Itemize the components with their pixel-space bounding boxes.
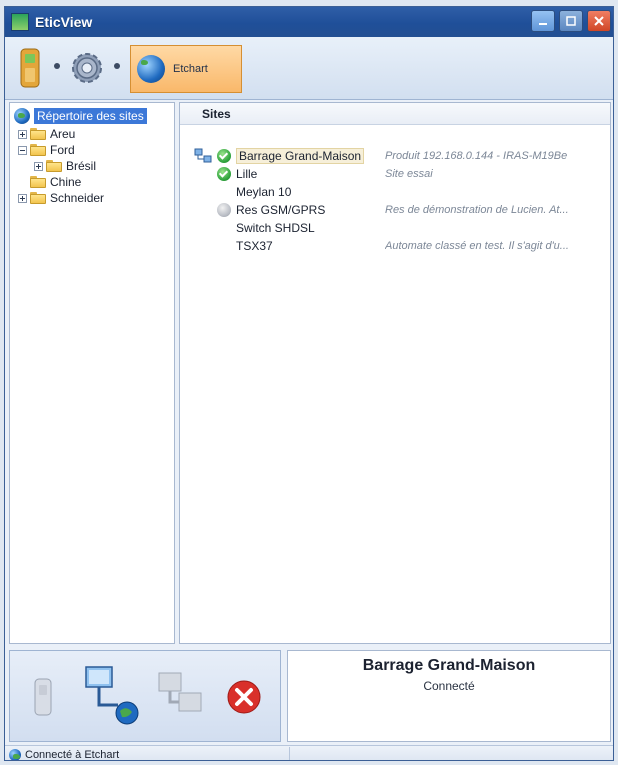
tree-item-label: Areu [50,127,76,141]
network-disabled-icon[interactable] [153,669,209,725]
close-button[interactable] [587,10,611,32]
site-description: Site essai [385,168,433,180]
close-icon [594,16,604,26]
site-name: Res GSM/GPRS [236,203,326,217]
device-icon [20,48,40,88]
site-row-meylan[interactable]: Meylan 10 [180,183,610,201]
toolbar-dropdown-dot[interactable] [54,63,60,69]
sites-header: Sites [180,103,610,125]
sites-tree[interactable]: Répertoire des sites Areu Ford Brésil Ch… [9,102,175,644]
globe-icon [9,748,21,760]
selected-site-panel: Barrage Grand-Maison Connecté [287,650,611,742]
gear-icon [72,53,102,83]
site-row-lille[interactable]: Lille Site essai [180,165,610,183]
settings-tool-button[interactable] [67,45,107,91]
status-separator [289,747,290,760]
site-row-res-gsm[interactable]: Res GSM/GPRS Res de démonstration de Luc… [180,201,610,219]
status-text: Connecté à Etchart [25,748,120,761]
folder-icon [30,192,46,204]
toolbar-dropdown-dot[interactable] [114,63,120,69]
tree-item-label: Brésil [66,159,97,173]
site-name: TSX37 [236,239,273,253]
tree-item-label: Schneider [50,191,105,205]
site-row-barrage[interactable]: Barrage Grand-Maison Produit 192.168.0.1… [180,147,610,165]
folder-icon [30,176,46,188]
collapse-icon[interactable] [18,145,27,155]
site-description: Produit 192.168.0.144 - IRAS-M19Be [385,150,568,162]
disconnect-icon[interactable] [226,679,262,715]
site-description: Automate classé en test. Il s'agit d'u..… [385,240,569,252]
status-ok-icon [217,167,231,181]
tree-item-label: Ford [50,143,75,157]
app-icon [11,13,29,31]
selected-site-name: Barrage Grand-Maison [362,657,536,674]
folder-icon [46,160,62,172]
window-title: EticView [35,14,93,30]
status-ok-icon [217,149,231,163]
app-window: EticView Etchart Répertoire des sites Ar… [4,6,614,761]
site-row-tsx37[interactable]: TSX37 Automate classé en test. Il s'agit… [180,237,610,255]
minimize-button[interactable] [531,10,555,32]
expand-icon[interactable] [34,161,43,171]
tree-root-label: Répertoire des sites [34,108,147,124]
site-name: Meylan 10 [236,185,292,199]
toolbar: Etchart [5,37,613,100]
folder-icon [30,144,46,156]
tree-root[interactable]: Répertoire des sites [14,107,147,125]
globe-icon [14,108,30,124]
maximize-icon [566,16,576,26]
device-tool-button[interactable] [15,45,45,91]
site-name: Lille [236,167,258,181]
network-icon [194,148,212,163]
expand-icon[interactable] [18,129,27,139]
title-bar[interactable]: EticView [5,7,613,37]
selected-site-status: Connecté [423,679,475,693]
expand-icon[interactable] [18,193,27,203]
globe-icon [137,55,165,83]
device-icon[interactable] [32,677,54,717]
site-name: Barrage Grand-Maison [236,148,365,164]
tree-item-label: Chine [50,175,82,189]
folder-icon [30,128,46,140]
actions-panel [9,650,281,742]
site-name: Switch SHDSL [236,221,315,235]
etchart-tool-button[interactable]: Etchart [130,45,242,93]
window-controls [531,10,611,32]
connect-icon[interactable] [82,665,142,727]
status-pending-icon [217,203,231,217]
tree-item-schneider[interactable]: Schneider [18,189,104,207]
status-bar: Connecté à Etchart [5,745,613,761]
maximize-button[interactable] [559,10,583,32]
sites-list[interactable]: Sites Barrage Grand-Maison Produit 192.1… [179,102,611,644]
etchart-label: Etchart [173,63,208,75]
minimize-icon [539,23,547,25]
site-row-switch[interactable]: Switch SHDSL [180,219,610,237]
site-description: Res de démonstration de Lucien. At... [385,204,569,216]
